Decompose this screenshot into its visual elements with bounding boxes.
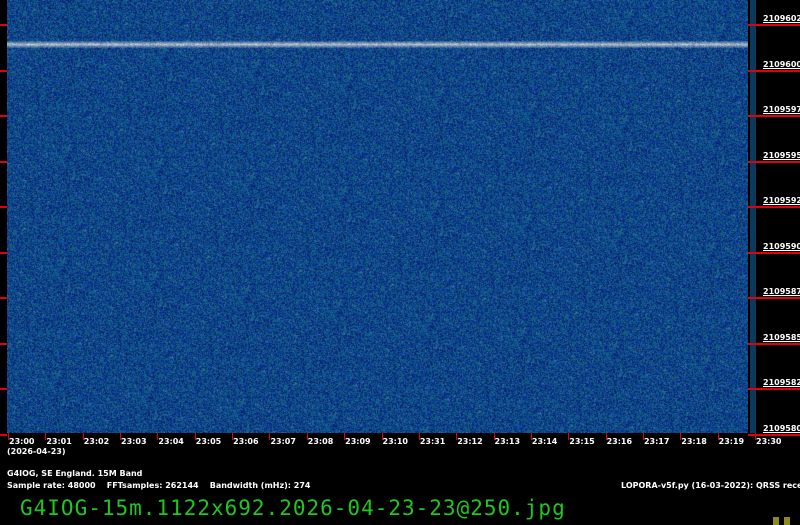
frequency-tick-left bbox=[0, 251, 7, 254]
time-label: 23:17 bbox=[643, 437, 670, 446]
frequency-tick bbox=[748, 160, 800, 163]
time-label: 23:13 bbox=[494, 437, 521, 446]
frequency-tick-left bbox=[0, 297, 7, 299]
frequency-tick bbox=[748, 206, 800, 208]
frequency-tick bbox=[748, 251, 800, 254]
frequency-tick-left bbox=[0, 24, 7, 26]
time-label: 23:18 bbox=[681, 437, 707, 446]
frequency-tick bbox=[748, 69, 800, 72]
frequency-tick bbox=[748, 115, 800, 117]
parameters-label: Sample rate: 48000 FFTsamples: 262144 Ba… bbox=[7, 481, 311, 490]
frequency-tick-left bbox=[0, 115, 7, 117]
time-label: 23:06 bbox=[233, 437, 259, 446]
time-label: 23:30 bbox=[756, 437, 782, 446]
frequency-label: 21095925 bbox=[763, 196, 800, 205]
frequency-tick-left bbox=[0, 206, 7, 208]
time-label: 23:02 bbox=[83, 437, 110, 446]
time-label: 23:08 bbox=[307, 437, 334, 446]
time-label: 23:31 bbox=[419, 437, 446, 446]
frequency-tick-left bbox=[0, 433, 7, 436]
time-label: 23:16 bbox=[606, 437, 633, 446]
time-label: 23:14 bbox=[531, 437, 558, 446]
time-label: 23:12 bbox=[457, 437, 483, 446]
time-label: 23:09 bbox=[345, 437, 371, 446]
frequency-label: 21096025 bbox=[763, 14, 800, 23]
time-label: 23:03 bbox=[121, 437, 147, 446]
frequency-label: 21095975 bbox=[763, 105, 800, 114]
frequency-tick-left bbox=[0, 342, 7, 345]
time-label: 23:10 bbox=[382, 437, 408, 446]
frequency-label: 21095950 bbox=[763, 150, 800, 160]
frequency-axis-strip bbox=[750, 0, 756, 433]
marker-square bbox=[784, 517, 790, 525]
time-label: 23:19 bbox=[718, 437, 745, 446]
time-label: 23:01 bbox=[46, 437, 72, 446]
software-label: LOPORA-v5f.py (16-03-2022): QRSS recepti… bbox=[621, 481, 800, 490]
time-label: 23:04 bbox=[158, 437, 184, 446]
filename-label: G4IOG-15m.1122x692.2026-04-23-23@250.jpg bbox=[20, 496, 566, 520]
frequency-tick-left bbox=[0, 160, 7, 163]
frequency-tick bbox=[748, 388, 800, 390]
marker-square bbox=[773, 517, 779, 525]
frequency-label: 21095850 bbox=[763, 332, 800, 342]
time-label: 23:07 bbox=[270, 437, 296, 446]
station-label: G4IOG, SE England. 15M Band bbox=[7, 469, 143, 478]
frequency-tick-left bbox=[0, 388, 7, 390]
frequency-label: 21095875 bbox=[763, 287, 800, 296]
frequency-label: 21095800 bbox=[763, 423, 800, 433]
frequency-tick bbox=[748, 297, 800, 299]
time-label: 23:15 bbox=[569, 437, 595, 446]
time-label: 23:05 bbox=[195, 437, 222, 446]
frequency-label: 21095825 bbox=[763, 378, 800, 387]
date-label: (2026-04-23) bbox=[7, 447, 66, 456]
frequency-label: 21095900 bbox=[763, 241, 800, 251]
frequency-tick bbox=[748, 342, 800, 345]
frequency-label: 21096000 bbox=[763, 59, 800, 69]
frequency-tick bbox=[748, 24, 800, 26]
frequency-tick-left bbox=[0, 69, 7, 72]
time-label: 23:00 bbox=[9, 437, 35, 446]
waterfall-spectrogram bbox=[7, 0, 748, 433]
